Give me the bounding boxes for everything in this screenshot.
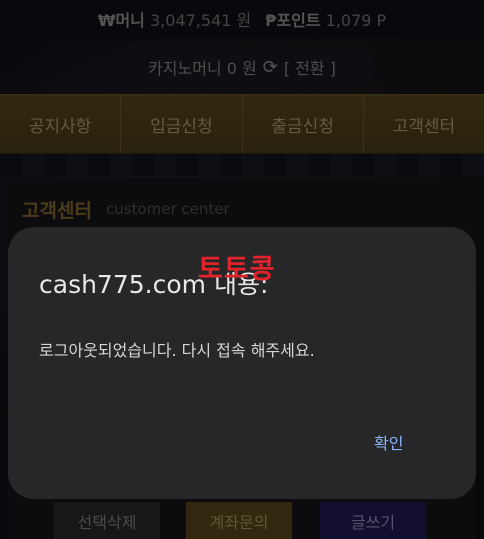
alert-dialog: cash775.com 내용: 토토콩 로그아웃되었습니다. 다시 접속 해주세… bbox=[8, 227, 476, 499]
dialog-message: 로그아웃되었습니다. 다시 접속 해주세요. bbox=[39, 341, 315, 360]
watermark: 토토콩 bbox=[198, 254, 276, 285]
ok-button[interactable]: 확인 bbox=[374, 430, 403, 454]
